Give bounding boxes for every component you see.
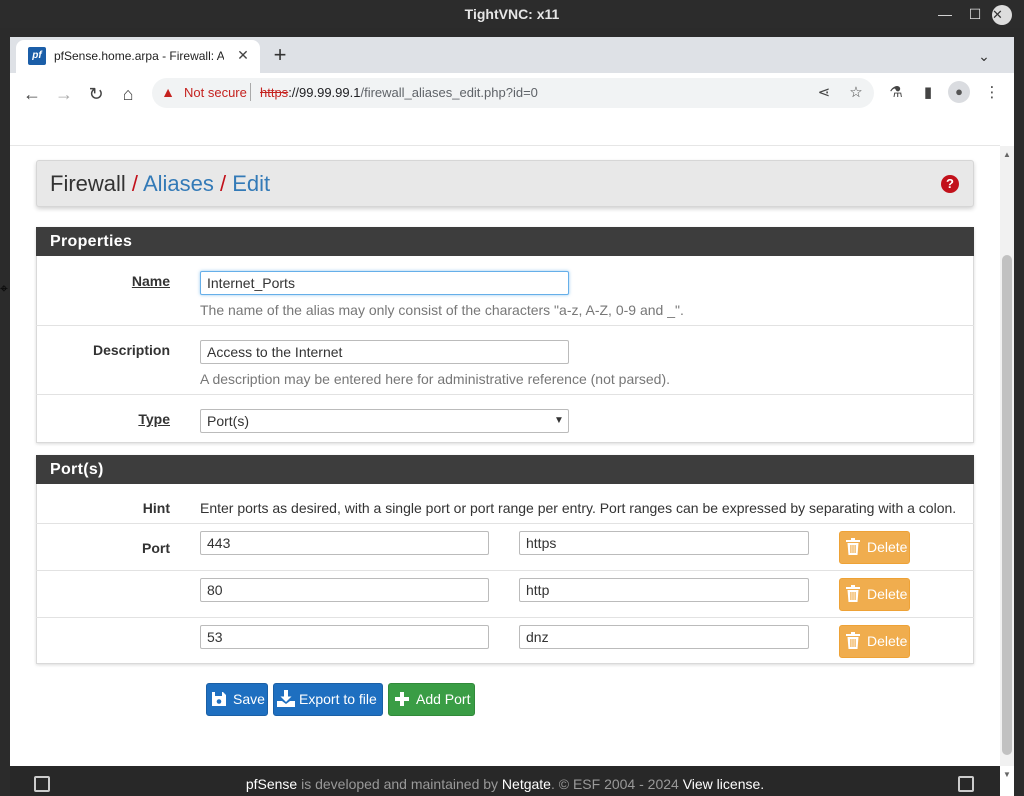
save-label: Save — [233, 691, 265, 707]
floppy-save-icon — [212, 692, 226, 706]
new-tab-icon[interactable]: + — [268, 43, 292, 67]
minimize-icon[interactable]: — — [930, 0, 960, 28]
ports-panel — [36, 455, 974, 664]
type-label: Type — [138, 411, 170, 427]
description-input[interactable]: Access to the Internet — [200, 340, 569, 364]
footer-text: is developed and maintained by — [297, 776, 502, 792]
port-description-input[interactable]: dnz — [519, 625, 809, 649]
add-port-button[interactable]: Add Port — [388, 683, 475, 716]
trash-icon — [846, 632, 860, 649]
mouse-cursor-icon: ⌖ — [0, 280, 8, 296]
row-divider — [36, 523, 974, 524]
name-help-text: The name of the alias may only consist o… — [200, 302, 684, 318]
maximize-icon[interactable]: ☐ — [960, 0, 990, 28]
scroll-down-arrow-icon[interactable]: ▼ — [1001, 770, 1013, 780]
port-value-input[interactable]: 80 — [200, 578, 489, 602]
row-divider — [36, 617, 974, 618]
page-top-strip — [10, 113, 1000, 146]
delete-label: Delete — [867, 539, 908, 555]
delete-label: Delete — [867, 586, 908, 602]
not-secure-label[interactable]: Not secure — [184, 84, 247, 102]
scrollbar-thumb[interactable] — [1002, 255, 1012, 755]
page-footer: pfSense is developed and maintained by N… — [10, 766, 1000, 796]
url-host: ://99.99.99.1 — [288, 85, 361, 100]
tab-title[interactable]: pfSense.home.arpa - Firewall: Aliases — [54, 47, 224, 65]
warning-triangle-icon[interactable]: ▲ — [160, 84, 176, 100]
url-scheme: https — [260, 85, 289, 100]
profile-avatar-icon[interactable]: ● — [948, 81, 970, 103]
name-label: Name — [131, 273, 170, 289]
save-button[interactable]: Save — [206, 683, 268, 716]
share-icon[interactable]: ⋖ — [811, 80, 837, 106]
home-icon[interactable]: ⌂ — [114, 80, 142, 108]
export-to-file-button[interactable]: Export to file — [273, 683, 383, 716]
export-label: Export to file — [299, 691, 377, 707]
port-value-input[interactable]: 53 — [200, 625, 489, 649]
url-text[interactable]: https://99.99.99.1/firewall_aliases_edit… — [260, 84, 538, 102]
tab-close-icon[interactable]: ✕ — [234, 46, 252, 64]
footer-right-icon[interactable] — [958, 776, 974, 792]
breadcrumb-separator: / — [131, 171, 139, 196]
download-icon — [277, 690, 295, 707]
plus-icon — [395, 692, 409, 706]
properties-heading: Properties — [36, 227, 974, 256]
port-label: Port — [142, 540, 170, 556]
close-window-icon[interactable]: ✕ — [992, 5, 1012, 25]
footer-left-icon[interactable] — [34, 776, 50, 792]
ports-heading: Port(s) — [36, 455, 974, 484]
select-chevron-down-icon: ▼ — [554, 415, 564, 426]
help-question-icon[interactable]: ? — [941, 175, 959, 193]
trash-icon — [846, 538, 860, 555]
forward-arrow-icon[interactable]: → — [50, 80, 78, 108]
back-arrow-icon[interactable]: ← — [18, 80, 46, 108]
description-help-text: A description may be entered here for ad… — [200, 371, 671, 387]
port-description-input[interactable]: http — [519, 578, 809, 602]
delete-port-button[interactable]: Delete — [839, 625, 910, 658]
breadcrumb-edit-link[interactable]: Edit — [232, 171, 270, 196]
browser-menu-icon[interactable]: ⋮ — [979, 80, 1005, 106]
footer-text: . © ESF 2004 - 2024 — [550, 776, 683, 792]
type-select-value: Port(s) — [207, 413, 249, 429]
breadcrumb-firewall: Firewall — [50, 171, 126, 196]
row-divider — [36, 325, 974, 326]
pfsense-favicon-icon: pf — [28, 47, 46, 65]
port-value-input[interactable]: 443 — [200, 531, 489, 555]
bookmark-star-icon[interactable]: ☆ — [843, 80, 869, 106]
port-description-input[interactable]: https — [519, 531, 809, 555]
delete-label: Delete — [867, 633, 908, 649]
footer-company-link[interactable]: Netgate — [502, 776, 551, 792]
breadcrumb-separator: / — [220, 171, 227, 196]
row-divider — [36, 570, 974, 571]
description-label: Description — [92, 342, 170, 358]
name-input[interactable]: Internet_Ports — [200, 271, 569, 295]
url-path: /firewall_aliases_edit.php?id=0 — [360, 85, 538, 100]
hint-label: Hint — [142, 500, 170, 516]
tab-list-chevron-icon[interactable]: ⌄ — [972, 44, 996, 68]
reload-icon[interactable]: ↻ — [82, 80, 110, 108]
breadcrumb: Firewall / Aliases / Edit — [50, 170, 270, 198]
type-select[interactable]: Port(s) — [200, 409, 569, 433]
row-divider — [36, 394, 974, 395]
add-port-label: Add Port — [416, 691, 471, 707]
labs-flask-icon[interactable]: ⚗ — [883, 80, 909, 106]
breadcrumb-aliases-link[interactable]: Aliases — [143, 171, 214, 196]
hint-text: Enter ports as desired, with a single po… — [200, 500, 957, 516]
scroll-up-arrow-icon[interactable]: ▲ — [1001, 150, 1013, 160]
vnc-window-title: TightVNC: x11 — [0, 0, 1024, 28]
delete-port-button[interactable]: Delete — [839, 531, 910, 564]
footer-brand-link[interactable]: pfSense — [246, 776, 297, 792]
delete-port-button[interactable]: Delete — [839, 578, 910, 611]
side-panel-icon[interactable]: ▮ — [915, 80, 941, 106]
trash-icon — [846, 585, 860, 602]
url-divider — [250, 83, 251, 101]
footer-license-link[interactable]: View license. — [683, 776, 764, 792]
